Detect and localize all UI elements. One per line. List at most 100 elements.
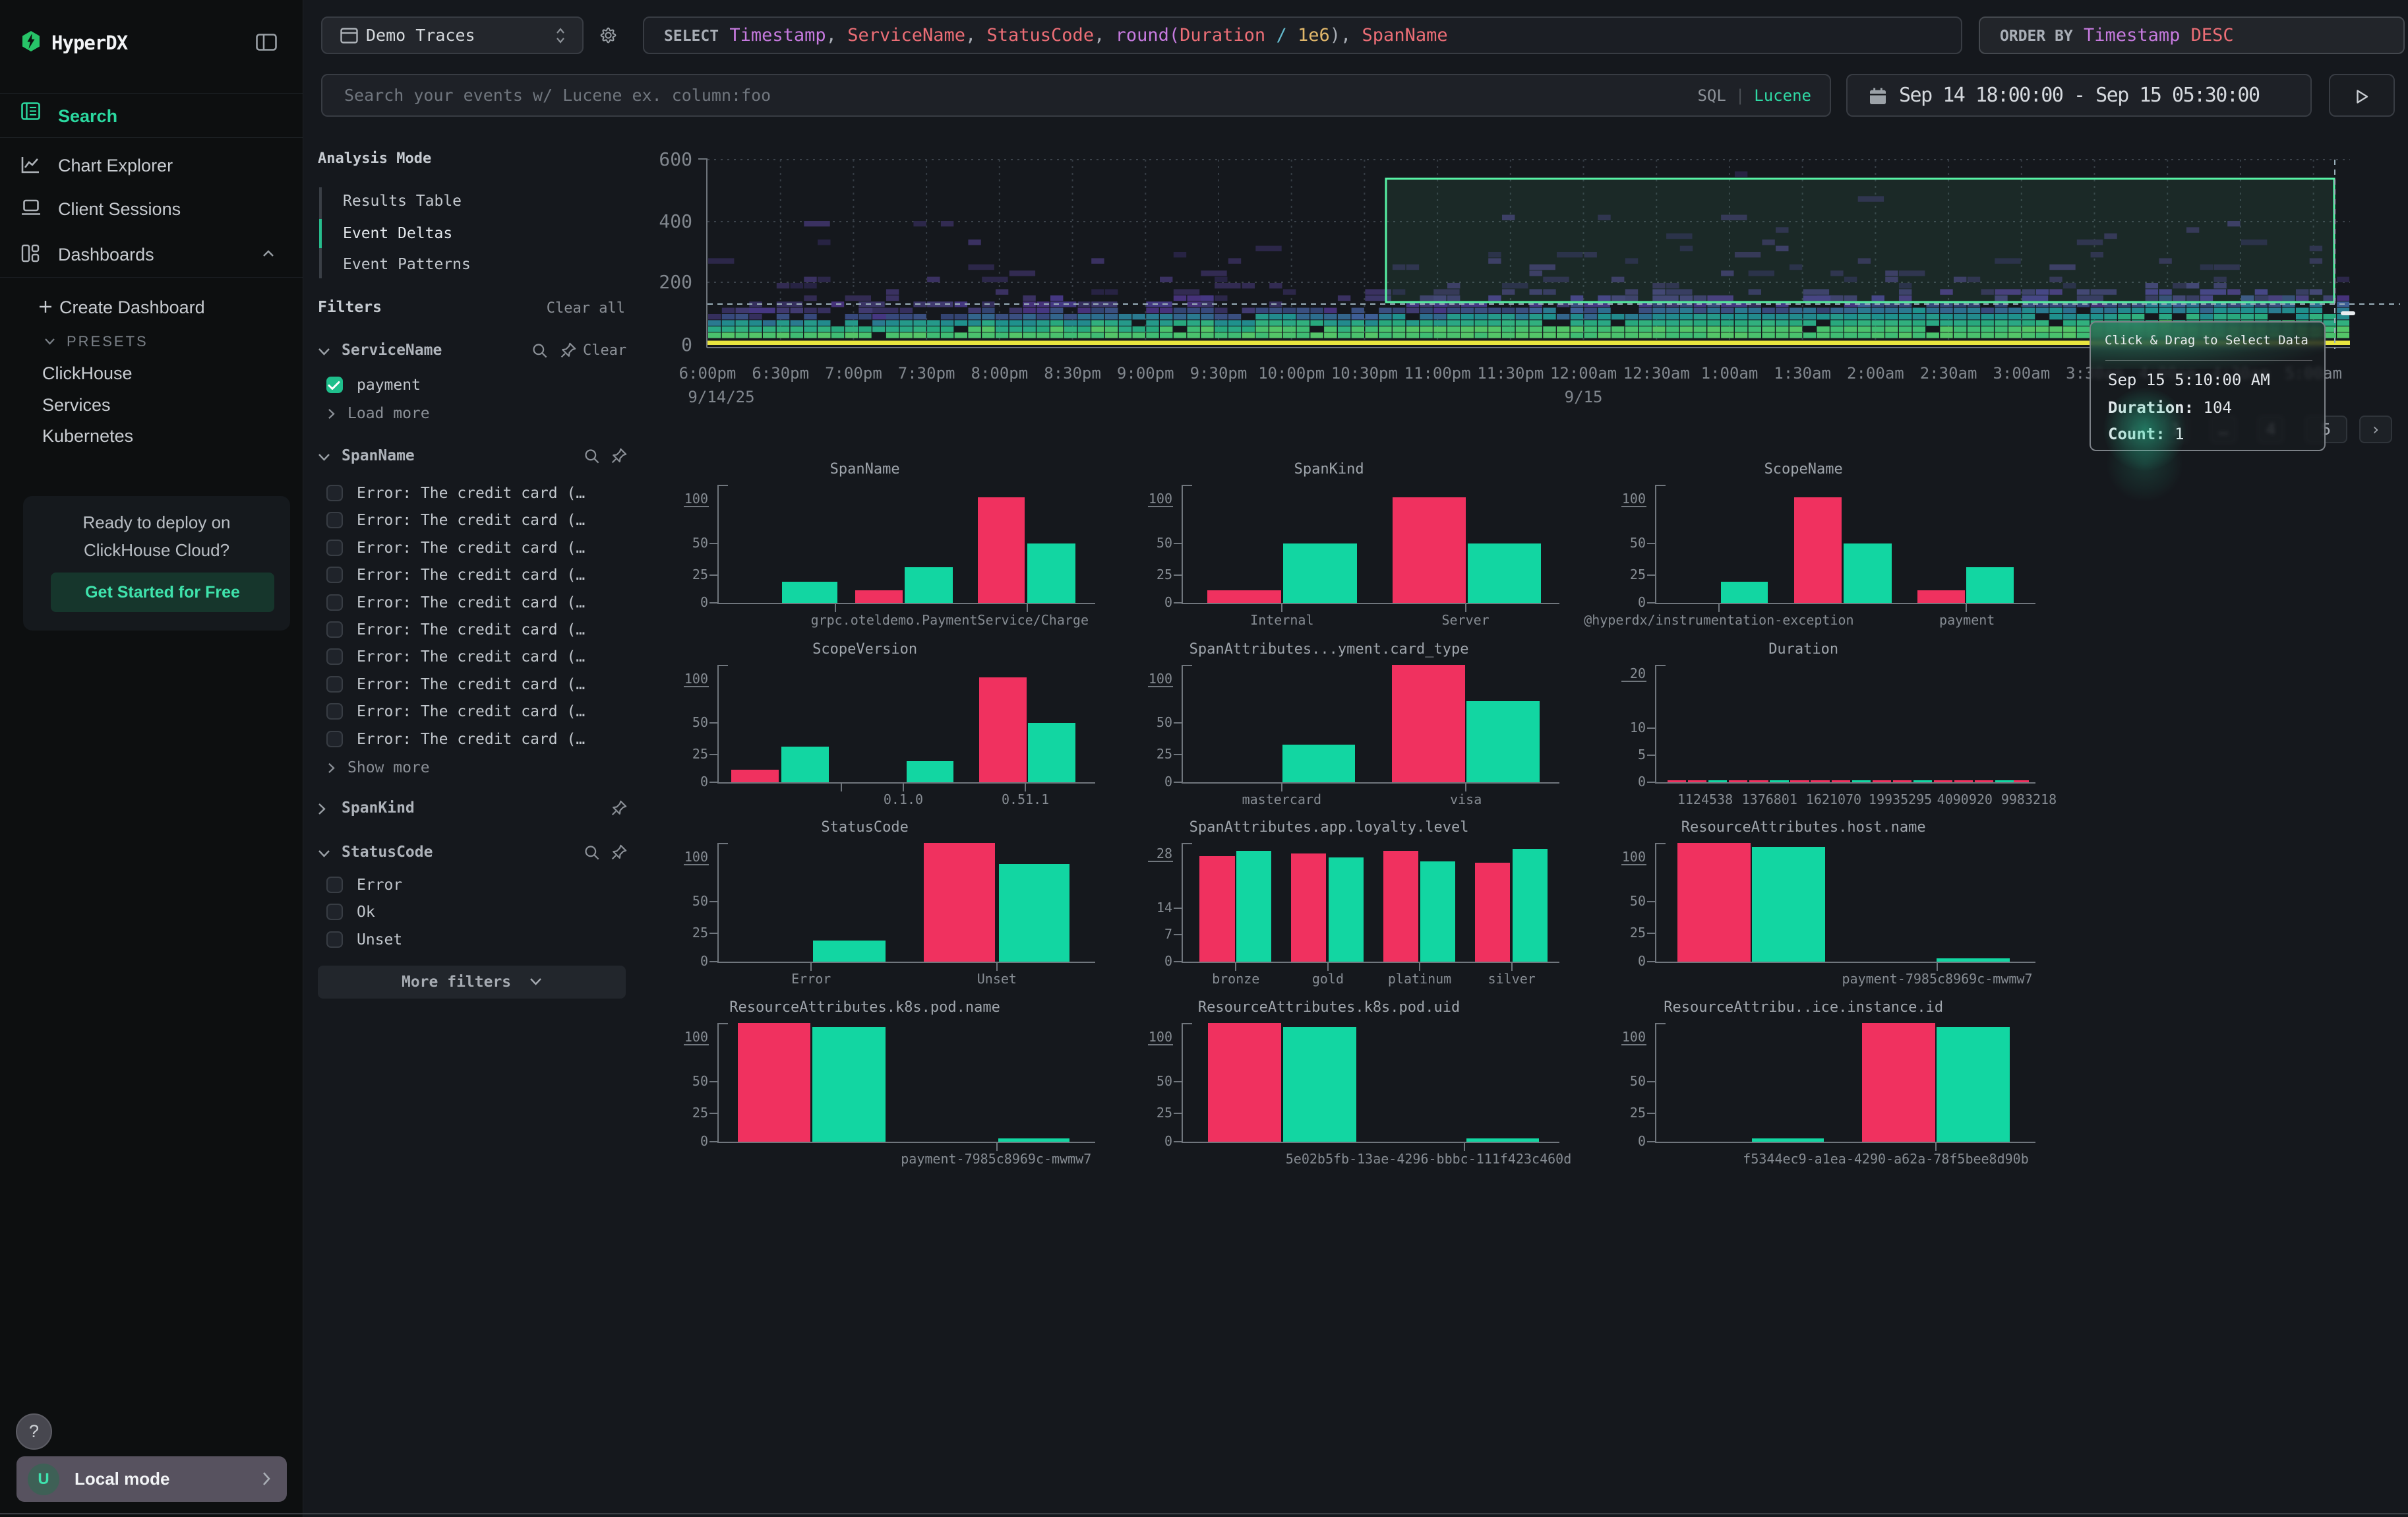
chart-bar[interactable] xyxy=(1028,723,1075,782)
chart-bar[interactable] xyxy=(813,941,886,962)
filter-option-row[interactable]: Error: The credit card (… xyxy=(326,565,626,588)
checkbox[interactable] xyxy=(326,703,343,720)
checkbox[interactable] xyxy=(326,676,343,693)
chart-bar[interactable] xyxy=(1770,780,1788,782)
checkbox[interactable] xyxy=(326,731,343,747)
chart-bar[interactable] xyxy=(1420,861,1455,962)
chart-bar[interactable] xyxy=(1937,1027,2010,1142)
chart-bar[interactable] xyxy=(855,590,903,603)
create-dashboard-button[interactable]: Create Dashboard xyxy=(0,295,303,322)
filter-show-more-button[interactable]: Show more xyxy=(328,758,526,780)
chart-bar[interactable] xyxy=(1954,780,1973,782)
sidebar-item-dashboards[interactable]: Dashboards xyxy=(0,237,303,271)
chart-bar[interactable] xyxy=(979,677,1027,782)
chart-bar[interactable] xyxy=(1893,780,1911,782)
chart-bar[interactable] xyxy=(1844,543,1892,603)
chart-bar[interactable] xyxy=(1291,853,1326,962)
chart-bar[interactable] xyxy=(1468,543,1541,603)
chart-bar[interactable] xyxy=(1208,1023,1281,1142)
checkbox-checked[interactable] xyxy=(326,377,343,393)
search-input[interactable]: Search your events w/ Lucene ex. column:… xyxy=(321,74,1831,117)
chart-bar[interactable] xyxy=(905,567,953,603)
chart-bar[interactable] xyxy=(1749,780,1768,782)
chart-bar[interactable] xyxy=(1917,590,1965,603)
pin-icon[interactable] xyxy=(559,342,577,359)
filter-option-row[interactable]: Ok xyxy=(326,902,626,925)
pin-icon[interactable] xyxy=(610,844,628,861)
chart-bar[interactable] xyxy=(1513,849,1548,962)
run-query-button[interactable] xyxy=(2329,74,2395,117)
sidebar-preset-services[interactable]: Services xyxy=(42,395,111,416)
chart-bar[interactable] xyxy=(1383,851,1418,962)
source-select[interactable]: Demo Traces xyxy=(321,16,584,54)
chart-bar[interactable] xyxy=(1873,780,1891,782)
chart-bar[interactable] xyxy=(1329,857,1364,962)
chart-bar[interactable] xyxy=(1236,851,1271,962)
chart-bar[interactable] xyxy=(1283,543,1357,603)
chart-bar[interactable] xyxy=(1475,863,1510,962)
search-icon[interactable] xyxy=(583,447,601,465)
checkbox[interactable] xyxy=(326,931,343,948)
sql-select-display[interactable]: SELECT Timestamp, ServiceName, StatusCod… xyxy=(643,16,1962,54)
chart-bar[interactable] xyxy=(1790,780,1809,782)
chart-bar[interactable] xyxy=(1199,856,1234,962)
order-by-display[interactable]: ORDER BY Timestamp DESC xyxy=(1979,16,2405,54)
mode-lucene[interactable]: Lucene xyxy=(1754,86,1811,105)
chart-bar[interactable] xyxy=(1721,582,1768,603)
chart-bar[interactable] xyxy=(1752,847,1825,962)
search-icon[interactable] xyxy=(531,342,549,359)
sidebar-preset-kubernetes[interactable]: Kubernetes xyxy=(42,426,133,447)
chart-bar[interactable] xyxy=(1934,780,1952,782)
chart-bar[interactable] xyxy=(1282,745,1355,782)
sidebar-item-search[interactable]: Search xyxy=(0,98,303,135)
chart-bar[interactable] xyxy=(924,843,995,962)
clear-all-filters-button[interactable]: Clear all xyxy=(527,300,625,317)
filter-option-row[interactable]: Error: The credit card (… xyxy=(326,511,626,533)
chart-bar[interactable] xyxy=(1466,1138,1539,1142)
presets-toggle[interactable]: PRESETS xyxy=(0,331,303,355)
more-filters-button[interactable]: More filters xyxy=(318,966,626,999)
checkbox[interactable] xyxy=(326,540,343,556)
help-button[interactable]: ? xyxy=(16,1413,52,1450)
checkbox[interactable] xyxy=(326,594,343,611)
chart-bar[interactable] xyxy=(1393,497,1466,603)
filter-clear-button[interactable]: Clear xyxy=(583,342,626,359)
chart-bar[interactable] xyxy=(1937,958,2010,962)
filter-option-row[interactable]: Error: The credit card (… xyxy=(326,647,626,669)
chart-bar[interactable] xyxy=(1862,1023,1935,1142)
checkbox[interactable] xyxy=(326,485,343,501)
chart-bar[interactable] xyxy=(781,747,829,782)
filter-group-header-statuscode[interactable]: StatusCode xyxy=(318,842,626,865)
chart-bar[interactable] xyxy=(1283,1027,1356,1142)
chart-bar[interactable] xyxy=(738,1023,810,1142)
chart-bar[interactable] xyxy=(1966,567,2014,603)
checkbox[interactable] xyxy=(326,567,343,583)
chart-bar[interactable] xyxy=(731,770,779,782)
chart-bar[interactable] xyxy=(1708,780,1727,782)
filter-option-row[interactable]: payment xyxy=(326,375,626,398)
filter-group-header-spanname[interactable]: SpanName xyxy=(318,446,626,468)
filter-option-row[interactable]: Error: The credit card (… xyxy=(326,729,626,752)
chart-bar[interactable] xyxy=(978,497,1025,603)
chart-bar[interactable] xyxy=(1913,780,1932,782)
chart-bar[interactable] xyxy=(1975,780,1993,782)
filter-load-more-button[interactable]: Load more xyxy=(328,404,526,425)
chart-bar[interactable] xyxy=(2014,780,2029,782)
filter-option-row[interactable]: Error: The credit card (… xyxy=(326,538,626,561)
chart-bar[interactable] xyxy=(1668,780,1686,782)
chart-bar[interactable] xyxy=(1027,543,1075,603)
user-menu[interactable]: U Local mode xyxy=(16,1456,287,1502)
sidebar-item-client-sessions[interactable]: Client Sessions xyxy=(0,191,303,226)
checkbox[interactable] xyxy=(326,512,343,528)
chart-bar[interactable] xyxy=(1811,780,1829,782)
checkbox[interactable] xyxy=(326,904,343,920)
chart-bar[interactable] xyxy=(1688,780,1706,782)
checkbox[interactable] xyxy=(326,648,343,665)
mode-sql[interactable]: SQL xyxy=(1697,86,1726,105)
pagination-button[interactable]: › xyxy=(2359,416,2392,443)
search-icon[interactable] xyxy=(583,844,601,861)
chart-bar[interactable] xyxy=(1677,843,1751,962)
checkbox[interactable] xyxy=(326,877,343,893)
pin-icon[interactable] xyxy=(610,799,628,817)
time-range-picker[interactable]: Sep 14 18:00:00 - Sep 15 05:30:00 xyxy=(1846,74,2312,117)
